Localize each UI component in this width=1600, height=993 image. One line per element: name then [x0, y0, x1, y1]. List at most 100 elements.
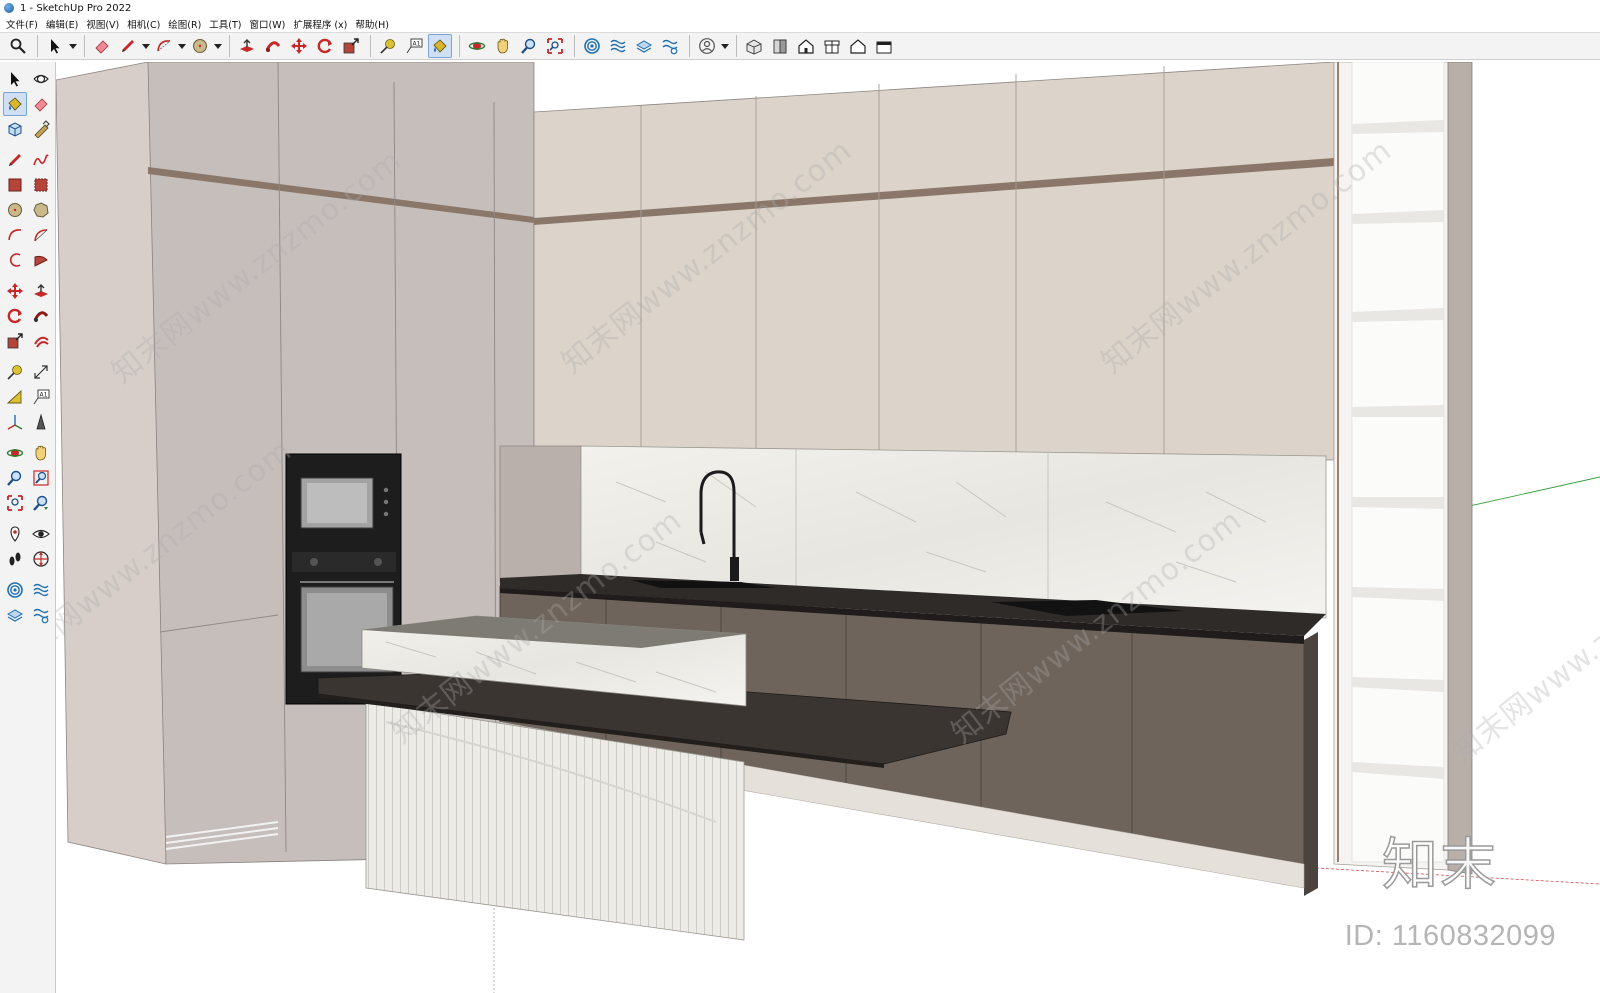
- chevron-down-icon[interactable]: [178, 34, 186, 58]
- polygon-icon[interactable]: [29, 198, 53, 222]
- scale-icon[interactable]: [3, 329, 27, 353]
- toolbar-separator: [37, 35, 38, 57]
- orbit-icon[interactable]: [465, 34, 489, 58]
- toolbar-separator: [84, 35, 85, 57]
- kitchen-model: [56, 62, 1600, 993]
- menu-tools[interactable]: 工具(T): [207, 17, 247, 31]
- scale-icon[interactable]: [339, 34, 363, 58]
- menu-file[interactable]: 文件(F): [4, 17, 44, 31]
- search-icon[interactable]: [6, 34, 30, 58]
- top-view-icon[interactable]: [768, 34, 792, 58]
- window-title: 1 - SketchUp Pro 2022: [20, 2, 132, 14]
- sandbox-contours-icon[interactable]: [3, 578, 27, 602]
- select-arrow-icon[interactable]: [43, 34, 67, 58]
- 3d-text-icon[interactable]: [29, 410, 53, 434]
- sandbox-smoove-icon[interactable]: [3, 603, 27, 627]
- chevron-down-icon[interactable]: [721, 34, 729, 58]
- zoom-extents-icon[interactable]: [3, 491, 27, 515]
- chevron-down-icon[interactable]: [142, 34, 150, 58]
- move-icon[interactable]: [287, 34, 311, 58]
- axes-icon[interactable]: [3, 410, 27, 434]
- zoom-window-icon[interactable]: [29, 466, 53, 490]
- look-around-icon[interactable]: [29, 522, 53, 546]
- menu-draw[interactable]: 绘图(R): [166, 17, 207, 31]
- freehand-icon[interactable]: [29, 148, 53, 172]
- rotate-icon[interactable]: [3, 304, 27, 328]
- sandbox-from-contours-icon[interactable]: [580, 34, 604, 58]
- pencil-icon[interactable]: [3, 148, 27, 172]
- large-tool-set: A1: [0, 62, 56, 993]
- toolbar-separator: [736, 35, 737, 57]
- arc-icon[interactable]: [152, 34, 176, 58]
- rectangle-icon[interactable]: [3, 173, 27, 197]
- move-icon[interactable]: [3, 279, 27, 303]
- walk-icon[interactable]: [3, 547, 27, 571]
- follow-me-icon[interactable]: [261, 34, 285, 58]
- arc-icon[interactable]: [3, 223, 27, 247]
- main-toolbar: A1: [0, 32, 1600, 60]
- toolbar-separator: [574, 35, 575, 57]
- circle-icon[interactable]: [3, 198, 27, 222]
- position-camera-icon[interactable]: [3, 522, 27, 546]
- tape-icon[interactable]: [29, 117, 53, 141]
- rotate-icon[interactable]: [313, 34, 337, 58]
- menu-view[interactable]: 视图(V): [84, 17, 125, 31]
- menu-help[interactable]: 帮助(H): [353, 17, 395, 31]
- menu-edit[interactable]: 编辑(E): [44, 17, 84, 31]
- paint-bucket-icon[interactable]: [428, 34, 452, 58]
- orbit-3d-icon[interactable]: [29, 67, 53, 91]
- offset-icon[interactable]: [29, 329, 53, 353]
- menu-camera[interactable]: 相机(C): [125, 17, 166, 31]
- znzmo-logo: 知末: [1381, 832, 1498, 899]
- eraser-icon[interactable]: [90, 34, 114, 58]
- image-id-label: ID: 1160832099: [1344, 920, 1556, 952]
- circle-icon[interactable]: [188, 34, 212, 58]
- protractor-icon[interactable]: [3, 385, 27, 409]
- eraser-icon[interactable]: [29, 92, 53, 116]
- pencil-line-icon[interactable]: [116, 34, 140, 58]
- follow-me-icon[interactable]: [29, 304, 53, 328]
- previous-view-icon[interactable]: [29, 491, 53, 515]
- toolbar-separator: [689, 35, 690, 57]
- account-icon[interactable]: [695, 34, 719, 58]
- pan-icon[interactable]: [29, 441, 53, 465]
- section-plane-icon[interactable]: [29, 547, 53, 571]
- tape-measure-icon[interactable]: [376, 34, 400, 58]
- front-view-icon[interactable]: [794, 34, 818, 58]
- text-icon[interactable]: A1: [402, 34, 426, 58]
- push-pull-icon[interactable]: [235, 34, 259, 58]
- title-bar: 1 - SketchUp Pro 2022: [0, 0, 1600, 16]
- iso-view-icon[interactable]: [742, 34, 766, 58]
- sketchup-window: 1 - SketchUp Pro 2022 文件(F) 编辑(E) 视图(V) …: [0, 0, 1600, 993]
- zoom-icon[interactable]: [3, 466, 27, 490]
- component-icon[interactable]: [3, 117, 27, 141]
- three-point-arc-icon[interactable]: [3, 248, 27, 272]
- menu-window[interactable]: 窗口(W): [248, 17, 292, 31]
- orbit-icon[interactable]: [3, 441, 27, 465]
- chevron-down-icon[interactable]: [214, 34, 222, 58]
- svg-text:A1: A1: [40, 391, 48, 398]
- two-point-arc-icon[interactable]: [29, 223, 53, 247]
- rotated-rectangle-icon[interactable]: [29, 173, 53, 197]
- sandbox-stamp-icon[interactable]: [658, 34, 682, 58]
- text-3d-icon[interactable]: A1: [29, 385, 53, 409]
- back-view-icon[interactable]: [846, 34, 870, 58]
- paint-bucket-icon[interactable]: [3, 91, 27, 116]
- zoom-extents-icon[interactable]: [543, 34, 567, 58]
- model-viewport[interactable]: 知末网www.znzmo.com 知末网www.znzmo.com 知末网www…: [56, 62, 1600, 993]
- menu-extensions[interactable]: 扩展程序 (x): [291, 17, 353, 31]
- push-pull-icon[interactable]: [29, 279, 53, 303]
- tape-measure-icon[interactable]: [3, 360, 27, 384]
- select-icon[interactable]: [3, 67, 27, 91]
- right-view-icon[interactable]: [820, 34, 844, 58]
- pan-icon[interactable]: [491, 34, 515, 58]
- chevron-down-icon[interactable]: [69, 34, 77, 58]
- dimension-icon[interactable]: [29, 360, 53, 384]
- left-view-icon[interactable]: [872, 34, 896, 58]
- sandbox-smoove-icon[interactable]: [632, 34, 656, 58]
- sandbox-from-scratch-icon[interactable]: [606, 34, 630, 58]
- zoom-icon[interactable]: [517, 34, 541, 58]
- sandbox-scratch-icon[interactable]: [29, 578, 53, 602]
- pie-icon[interactable]: [29, 248, 53, 272]
- sandbox-stamp-icon[interactable]: [29, 603, 53, 627]
